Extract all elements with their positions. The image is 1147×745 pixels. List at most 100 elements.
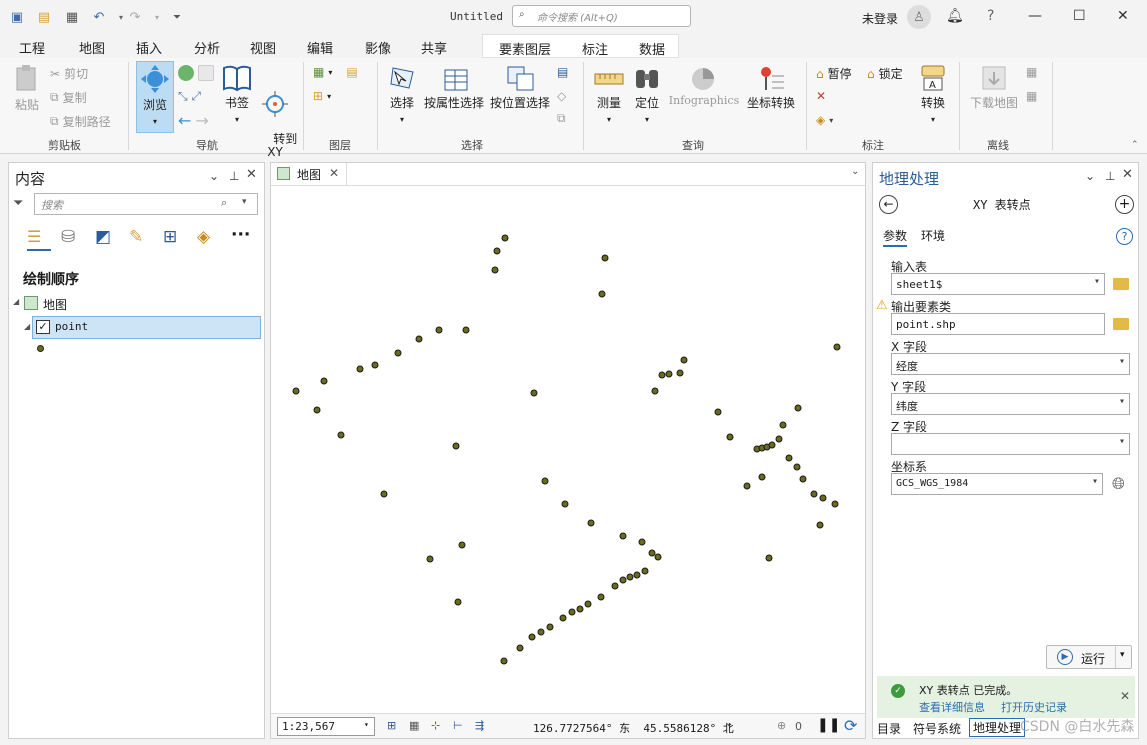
map-point[interactable]	[371, 361, 379, 369]
convert-labels-button[interactable]: A 转换 ▾	[916, 64, 950, 125]
close-pane-icon[interactable]: ✕	[246, 167, 257, 182]
tab-parameters[interactable]: 参数	[883, 227, 908, 247]
map-node-label[interactable]: 地图	[43, 296, 67, 313]
map-point[interactable]	[785, 454, 793, 462]
map-point[interactable]	[794, 404, 802, 412]
z-field-select[interactable]: ▾	[891, 433, 1130, 455]
globe-icon[interactable]: 🌐︎	[1112, 474, 1125, 494]
map-point[interactable]	[638, 538, 646, 546]
map-point[interactable]	[537, 628, 545, 636]
map-point[interactable]	[435, 326, 443, 334]
select-by-location-button[interactable]: 按位置选择	[489, 64, 551, 111]
map-point[interactable]	[619, 532, 627, 540]
browse-folder-icon[interactable]	[1113, 318, 1129, 330]
map-point[interactable]	[676, 369, 684, 377]
map-point[interactable]	[491, 266, 499, 274]
map-point[interactable]	[559, 614, 567, 622]
map-point[interactable]	[598, 290, 606, 298]
save-icon[interactable]: ▦	[63, 8, 81, 26]
map-point[interactable]	[714, 408, 722, 416]
editing-view-icon[interactable]: ✎	[129, 227, 143, 247]
map-point[interactable]	[320, 377, 328, 385]
map-point[interactable]	[810, 490, 818, 498]
scale-selector[interactable]: 1:23,567 ▾	[277, 717, 375, 736]
tab-geoprocessing[interactable]: 地理处理	[969, 718, 1026, 737]
pane-options-icon[interactable]: ⌄	[1085, 169, 1095, 183]
map-point[interactable]	[462, 326, 470, 334]
measure-button[interactable]: 测量 ▾	[592, 64, 626, 125]
collapse-ribbon-icon[interactable]: ⌃	[1131, 140, 1139, 150]
map-point[interactable]	[680, 356, 688, 364]
close-button[interactable]: ✕	[1117, 8, 1129, 24]
tab-list-icon[interactable]: ⌄	[851, 166, 859, 177]
map-point[interactable]	[654, 553, 662, 561]
map-point[interactable]	[775, 435, 783, 443]
tab-symbology[interactable]: 符号系统	[913, 720, 961, 737]
navigator-icon[interactable]: ⇶	[475, 719, 484, 732]
filter-icon[interactable]: ⏷	[13, 196, 23, 211]
grid-icon[interactable]: ▦	[409, 719, 419, 732]
map-tab[interactable]: 地图 ✕	[271, 163, 347, 185]
correction-icon[interactable]: ⊢	[453, 719, 463, 732]
full-extent-icon[interactable]	[178, 65, 214, 81]
map-point[interactable]	[626, 573, 634, 581]
map-point[interactable]	[743, 482, 751, 490]
help-icon[interactable]: ?	[987, 8, 994, 24]
select-button[interactable]: 选择 ▾	[386, 64, 418, 125]
map-point[interactable]	[584, 600, 592, 608]
lock-labels-button[interactable]: ⌂ 锁定	[867, 65, 903, 82]
tab-edit[interactable]: 编辑	[307, 38, 333, 57]
undo-icon[interactable]: ↶	[90, 8, 108, 26]
map-point[interactable]	[337, 431, 345, 439]
selection-view-icon[interactable]: ◩	[95, 227, 111, 247]
map-point[interactable]	[568, 608, 576, 616]
map-point[interactable]	[415, 335, 423, 343]
map-point[interactable]	[500, 657, 508, 665]
tab-environments[interactable]: 环境	[921, 227, 945, 244]
contents-search-input[interactable]: 搜索 ⌕ ▾	[34, 193, 258, 215]
remove-offline-icon[interactable]: ▦	[1026, 89, 1037, 103]
copy-path-button[interactable]: ⧉ 复制路径	[50, 113, 111, 130]
map-point[interactable]	[313, 406, 321, 414]
map-point[interactable]	[501, 234, 509, 242]
dismiss-message-icon[interactable]: ✕	[1120, 689, 1130, 703]
point-symbol-icon[interactable]	[37, 345, 44, 352]
layer-point-row[interactable]: ◢ ✓ point	[24, 316, 261, 339]
pane-options-icon[interactable]: ⌄	[209, 169, 219, 183]
coordinate-format-icon[interactable]: ⌄	[725, 718, 733, 729]
map-point[interactable]	[641, 567, 649, 575]
pause-labels-button[interactable]: ⌂ 暂停	[816, 65, 852, 82]
tab-imagery[interactable]: 影像	[365, 38, 391, 57]
more-icon[interactable]: ···	[231, 225, 250, 245]
map-point[interactable]	[597, 593, 605, 601]
map-point[interactable]	[779, 421, 787, 429]
coordinate-conversion-button[interactable]: 坐标转换	[745, 64, 797, 111]
paste-button[interactable]: 粘贴	[10, 64, 44, 113]
maximize-button[interactable]: ☐	[1073, 8, 1086, 24]
input-table-field[interactable]: sheet1$ ▾	[891, 273, 1105, 295]
draw-order-icon[interactable]: ☰	[27, 227, 51, 251]
map-point[interactable]	[394, 349, 402, 357]
refresh-icon[interactable]: ⟳	[844, 716, 857, 735]
expand-map-icon[interactable]: ◢	[13, 297, 19, 306]
map-point[interactable]	[765, 554, 773, 562]
customize-toolbar-icon[interactable]: ⏷	[168, 8, 186, 26]
map-point[interactable]	[546, 623, 554, 631]
add-layer-button[interactable]: ⊞ ▾	[313, 89, 331, 103]
run-button[interactable]: ▶ 运行 ▾	[1046, 645, 1132, 669]
notification-bell-icon[interactable]: 🔔︎	[946, 8, 964, 24]
view-details-link[interactable]: 查看详细信息	[919, 699, 985, 715]
search-dropdown-icon[interactable]: ▾	[242, 197, 247, 207]
redo-icon[interactable]: ↷	[126, 8, 144, 26]
more-labeling-icon[interactable]: ◈ ▾	[816, 113, 833, 127]
map-point[interactable]	[380, 490, 388, 498]
redo-dropdown-icon[interactable]: ▾	[148, 8, 166, 26]
map-point[interactable]	[793, 463, 801, 471]
open-project-icon[interactable]: ▤	[35, 8, 53, 26]
minimize-button[interactable]: —	[1028, 8, 1042, 24]
map-point[interactable]	[816, 521, 824, 529]
tab-project[interactable]: 工程	[19, 38, 45, 57]
data-source-icon[interactable]: ⛁	[61, 227, 75, 247]
map-point[interactable]	[493, 247, 501, 255]
previous-extent-icon[interactable]: ← →	[178, 111, 209, 130]
